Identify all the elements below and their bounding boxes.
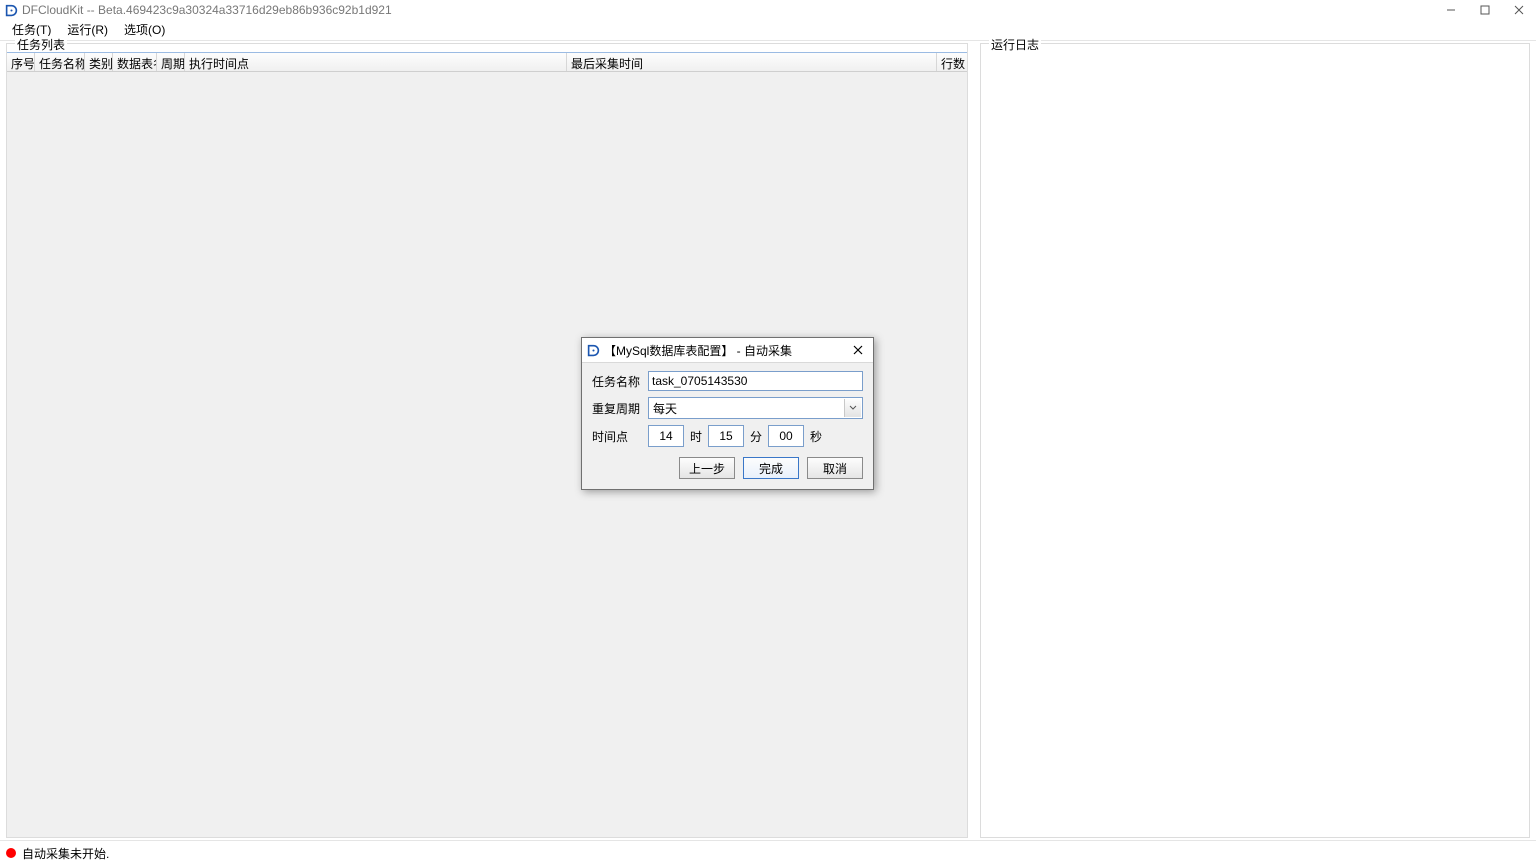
dialog-titlebar[interactable]: 【MySql数据库表配置】 - 自动采集: [582, 338, 873, 363]
status-dot-icon: [6, 848, 16, 858]
col-type[interactable]: 类别: [85, 53, 113, 71]
label-task-name: 任务名称: [592, 373, 642, 390]
col-lastcollect[interactable]: 最后采集时间: [567, 53, 937, 71]
status-bar: 自动采集未开始.: [0, 840, 1536, 864]
log-body[interactable]: [981, 52, 1529, 837]
chevron-down-icon: [844, 399, 861, 417]
log-panel: 运行日志: [980, 43, 1530, 838]
col-name[interactable]: 任务名称: [35, 53, 85, 71]
finish-button[interactable]: 完成: [743, 457, 799, 479]
close-button[interactable]: [1502, 0, 1536, 20]
window-controls: [1434, 0, 1536, 20]
row-time: 时间点 时 分 秒: [592, 425, 863, 447]
task-name-input[interactable]: [648, 371, 863, 391]
maximize-button[interactable]: [1468, 0, 1502, 20]
dialog-title: 【MySql数据库表配置】 - 自动采集: [604, 342, 792, 359]
time-minute-input[interactable]: [708, 425, 744, 447]
repeat-combo[interactable]: 每天: [648, 397, 863, 419]
title-bar: DFCloudKit -- Beta.469423c9a30324a33716d…: [0, 0, 1536, 20]
minimize-button[interactable]: [1434, 0, 1468, 20]
cancel-button[interactable]: 取消: [807, 457, 863, 479]
sep-hour: 时: [690, 428, 702, 445]
row-task-name: 任务名称: [592, 371, 863, 391]
menu-options[interactable]: 选项(O): [116, 20, 173, 40]
dialog-close-button[interactable]: [843, 338, 873, 362]
sep-minute: 分: [750, 428, 762, 445]
label-repeat: 重复周期: [592, 400, 642, 417]
app-logo-icon: [4, 3, 18, 17]
task-grid-header: 序号 任务名称 类别 数据表名 周期 执行时间点 最后采集时间 行数: [7, 53, 967, 72]
dialog-button-row: 上一步 完成 取消: [592, 457, 863, 479]
sep-second: 秒: [810, 428, 822, 445]
log-title: 运行日志: [989, 36, 1041, 53]
row-repeat: 重复周期 每天: [592, 397, 863, 419]
dialog-logo-icon: [586, 343, 600, 357]
col-exectime[interactable]: 执行时间点: [185, 53, 567, 71]
dialog-body: 任务名称 重复周期 每天 时间点 时 分 秒 上一步 完成 取消: [582, 363, 873, 489]
label-time: 时间点: [592, 428, 642, 445]
window-title: DFCloudKit -- Beta.469423c9a30324a33716d…: [22, 3, 392, 17]
col-rowcount[interactable]: 行数: [937, 53, 967, 71]
status-text: 自动采集未开始.: [22, 845, 109, 862]
task-list-title: 任务列表: [15, 36, 67, 53]
prev-button[interactable]: 上一步: [679, 457, 735, 479]
repeat-combo-value: 每天: [653, 400, 677, 417]
time-second-input[interactable]: [768, 425, 804, 447]
menu-run[interactable]: 运行(R): [59, 20, 116, 40]
col-seq[interactable]: 序号: [7, 53, 35, 71]
col-table[interactable]: 数据表名: [113, 53, 157, 71]
menu-bar: 任务(T) 运行(R) 选项(O): [0, 20, 1536, 41]
config-dialog: 【MySql数据库表配置】 - 自动采集 任务名称 重复周期 每天 时间点 时 …: [581, 337, 874, 490]
time-hour-input[interactable]: [648, 425, 684, 447]
col-period[interactable]: 周期: [157, 53, 185, 71]
